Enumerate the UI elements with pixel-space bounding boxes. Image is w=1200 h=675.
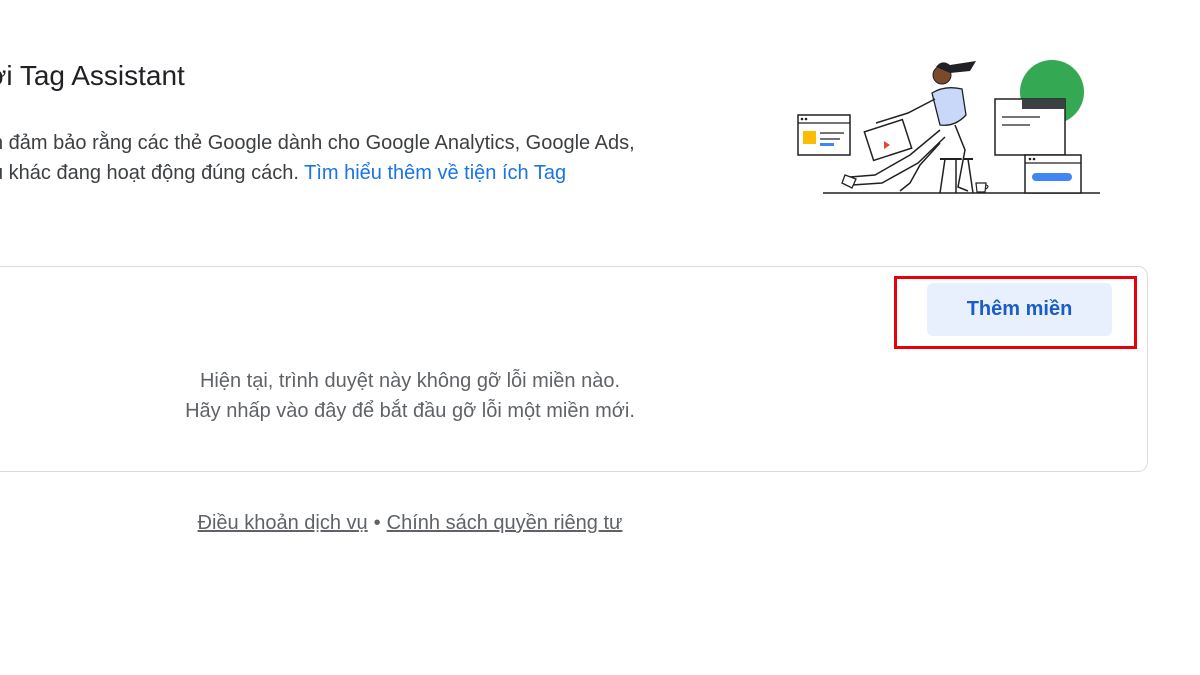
intro-text: n đảm bảo rằng các thẻ Google dành cho G…: [0, 128, 712, 188]
footer-separator: •: [373, 512, 381, 534]
empty-state-message: Hiện tại, trình duyệt này không gỡ lỗi m…: [110, 366, 710, 426]
add-domain-button[interactable]: Thêm miền: [927, 283, 1112, 336]
person-with-laptop-icon: [841, 61, 976, 194]
footer-links: Điều khoản dịch vụ • Chính sách quyền riên…: [110, 512, 710, 535]
tag-assistant-illustration: [797, 60, 1100, 194]
terms-of-service-link[interactable]: Điều khoản dịch vụ: [198, 512, 368, 534]
empty-state-line-2: Hãy nhấp vào đây để bắt đầu gỡ lỗi một m…: [185, 400, 635, 422]
browser-window-right-icon: [994, 60, 1084, 194]
learn-more-link[interactable]: Tìm hiểu thêm về tiện ích Tag: [304, 162, 566, 184]
empty-state-line-1: Hiện tại, trình duyệt này không gỡ lỗi m…: [199, 370, 621, 392]
intro-line-1: n đảm bảo rằng các thẻ Google dành cho G…: [0, 132, 635, 154]
intro-line-2-text: ụ khác đang hoạt động đúng cách.: [0, 162, 299, 184]
page-title: ới Tag Assistant: [0, 60, 185, 91]
intro-line-2: ụ khác đang hoạt động đúng cách. Tìm hiể…: [0, 158, 712, 188]
browser-window-left-icon: [797, 114, 851, 156]
coffee-cup-icon: [975, 182, 989, 193]
privacy-policy-link[interactable]: Chính sách quyền riêng tư: [387, 512, 623, 534]
